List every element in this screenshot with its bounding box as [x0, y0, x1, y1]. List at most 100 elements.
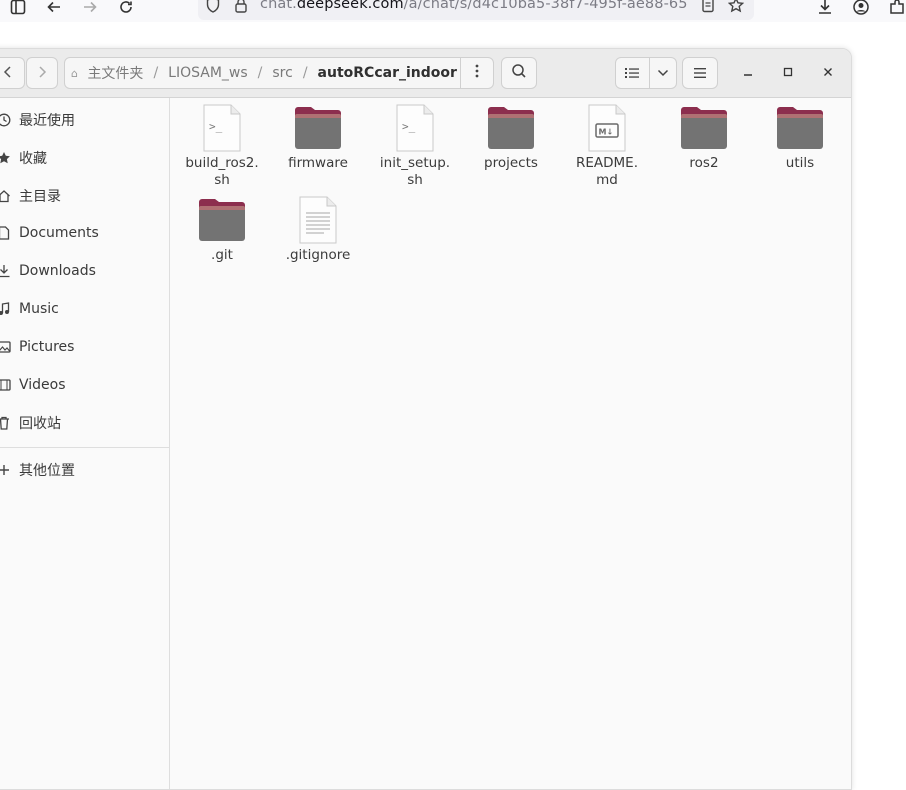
- path-menu-button[interactable]: [459, 58, 493, 88]
- sidebar-divider: [0, 447, 169, 448]
- file-name: init_setup. sh: [379, 155, 451, 188]
- breadcrumb-current[interactable]: autoRCcar_indoor: [315, 65, 460, 81]
- lock-icon[interactable]: [231, 0, 251, 15]
- folder-icon: [680, 104, 728, 152]
- forward-arrow-icon[interactable]: [80, 0, 100, 17]
- breadcrumb-separator: /: [302, 65, 308, 81]
- file-name: build_ros2. sh: [185, 155, 259, 188]
- sidebar-toggle-icon[interactable]: [8, 0, 28, 17]
- sidebar-item-label: Pictures: [19, 339, 75, 355]
- breadcrumb-home[interactable]: 主文件夹: [84, 63, 146, 83]
- sidebar-item-label: 主目录: [19, 189, 61, 205]
- sidebar-item-downloads[interactable]: Downloads: [0, 257, 169, 285]
- chevron-left-icon: [3, 64, 13, 83]
- file-name: projects: [484, 155, 538, 171]
- sidebar-item-music[interactable]: Music: [0, 295, 169, 323]
- sidebar-item-home[interactable]: 主目录: [0, 182, 169, 210]
- downloads-icon[interactable]: [815, 0, 835, 17]
- plus-icon: [0, 464, 11, 476]
- reader-view-icon[interactable]: [698, 0, 718, 15]
- forward-button[interactable]: [26, 57, 58, 89]
- document-icon: [0, 226, 11, 240]
- home-small-icon: ⌂: [71, 66, 78, 80]
- sidebar-item-label: 最近使用: [19, 113, 75, 129]
- breadcrumb-src[interactable]: src: [269, 65, 295, 81]
- sidebar-item-label: 收藏: [19, 151, 47, 167]
- chevron-right-icon: [37, 64, 47, 83]
- file-name: ros2: [689, 155, 719, 171]
- sidebar-item-starred[interactable]: 收藏: [0, 144, 169, 172]
- list-view-icon[interactable]: [616, 67, 649, 79]
- folder-firmware[interactable]: firmware: [276, 104, 360, 172]
- svg-text:>_: >_: [402, 120, 416, 133]
- main-menu-button[interactable]: [682, 57, 718, 89]
- svg-text:M↓: M↓: [599, 128, 614, 137]
- breadcrumb-separator: /: [257, 65, 263, 81]
- maximize-icon: [783, 65, 793, 81]
- folder-git[interactable]: .git: [180, 196, 264, 264]
- path-bar[interactable]: ⌂ 主文件夹 / LIOSAM_ws / src / autoRCcar_ind…: [64, 57, 494, 89]
- close-button[interactable]: [818, 63, 838, 83]
- chevron-down-icon[interactable]: [650, 69, 676, 77]
- vertical-dots-icon: [475, 64, 479, 82]
- folder-icon: [776, 104, 824, 152]
- breadcrumb-liosam-ws[interactable]: LIOSAM_ws: [165, 65, 251, 81]
- back-button[interactable]: [0, 57, 25, 89]
- url-bar[interactable]: chat.deepseek.com/a/chat/s/d4c10ba5-38f7…: [198, 0, 754, 20]
- file-init-setup-sh[interactable]: >_ init_setup. sh: [373, 104, 457, 189]
- file-build-ros2-sh[interactable]: >_ build_ros2. sh: [180, 104, 264, 189]
- sidebar-item-pictures[interactable]: Pictures: [0, 333, 169, 361]
- file-name: .gitignore: [285, 247, 351, 263]
- sidebar-item-label: Music: [19, 301, 59, 317]
- folder-utils[interactable]: utils: [758, 104, 842, 172]
- star-icon: [0, 151, 11, 165]
- header-bar: ⌂ 主文件夹 / LIOSAM_ws / src / autoRCcar_ind…: [0, 49, 851, 98]
- file-name: .git: [211, 247, 233, 263]
- extensions-icon[interactable]: [887, 0, 906, 17]
- clock-icon: [0, 113, 11, 127]
- svg-text:>_: >_: [209, 120, 223, 133]
- account-icon[interactable]: [851, 0, 871, 17]
- view-toggle-group: [615, 57, 677, 89]
- trash-icon: [0, 416, 11, 430]
- sidebar: 最近使用 收藏 主目录 Documents Downloads Music Pi…: [0, 98, 170, 789]
- minimize-icon: [743, 65, 753, 81]
- sidebar-item-label: Videos: [19, 377, 66, 393]
- close-icon: [823, 65, 833, 81]
- url-text[interactable]: chat.deepseek.com/a/chat/s/d4c10ba5-38f7…: [260, 0, 688, 12]
- sidebar-item-label: 其他位置: [19, 463, 75, 479]
- sidebar-item-recent[interactable]: 最近使用: [0, 106, 169, 134]
- folder-icon: [294, 104, 342, 152]
- file-readme-md[interactable]: M↓ README. md: [565, 104, 649, 189]
- sidebar-item-documents[interactable]: Documents: [0, 219, 169, 247]
- markdown-file-icon: M↓: [583, 104, 631, 152]
- maximize-button[interactable]: [778, 63, 798, 83]
- search-button[interactable]: [501, 57, 537, 89]
- back-arrow-icon[interactable]: [44, 0, 64, 17]
- home-icon: [0, 189, 11, 203]
- sidebar-item-label: 回收站: [19, 416, 61, 432]
- text-file-icon: [294, 196, 342, 244]
- file-name: README. md: [575, 155, 638, 188]
- sidebar-item-label: Documents: [19, 225, 99, 241]
- picture-icon: [0, 341, 11, 353]
- breadcrumb-separator: /: [153, 65, 159, 81]
- music-icon: [0, 302, 11, 316]
- download-icon: [0, 264, 11, 278]
- file-name: firmware: [288, 155, 348, 171]
- file-gitignore[interactable]: .gitignore: [276, 196, 360, 264]
- script-file-icon: >_: [391, 104, 439, 152]
- sidebar-item-trash[interactable]: 回收站: [0, 409, 169, 437]
- folder-projects[interactable]: projects: [469, 104, 553, 172]
- bookmark-star-icon[interactable]: [726, 0, 746, 15]
- sidebar-item-other-locations[interactable]: 其他位置: [0, 456, 169, 484]
- search-icon: [511, 63, 527, 83]
- sidebar-item-videos[interactable]: Videos: [0, 371, 169, 399]
- folder-icon: [198, 196, 246, 244]
- folder-ros2[interactable]: ros2: [662, 104, 746, 172]
- video-icon: [0, 379, 11, 391]
- reload-icon[interactable]: [116, 0, 136, 17]
- file-grid: >_ build_ros2. sh firmware >_ init_setup…: [170, 98, 850, 789]
- minimize-button[interactable]: [738, 63, 758, 83]
- shield-icon[interactable]: [203, 0, 223, 15]
